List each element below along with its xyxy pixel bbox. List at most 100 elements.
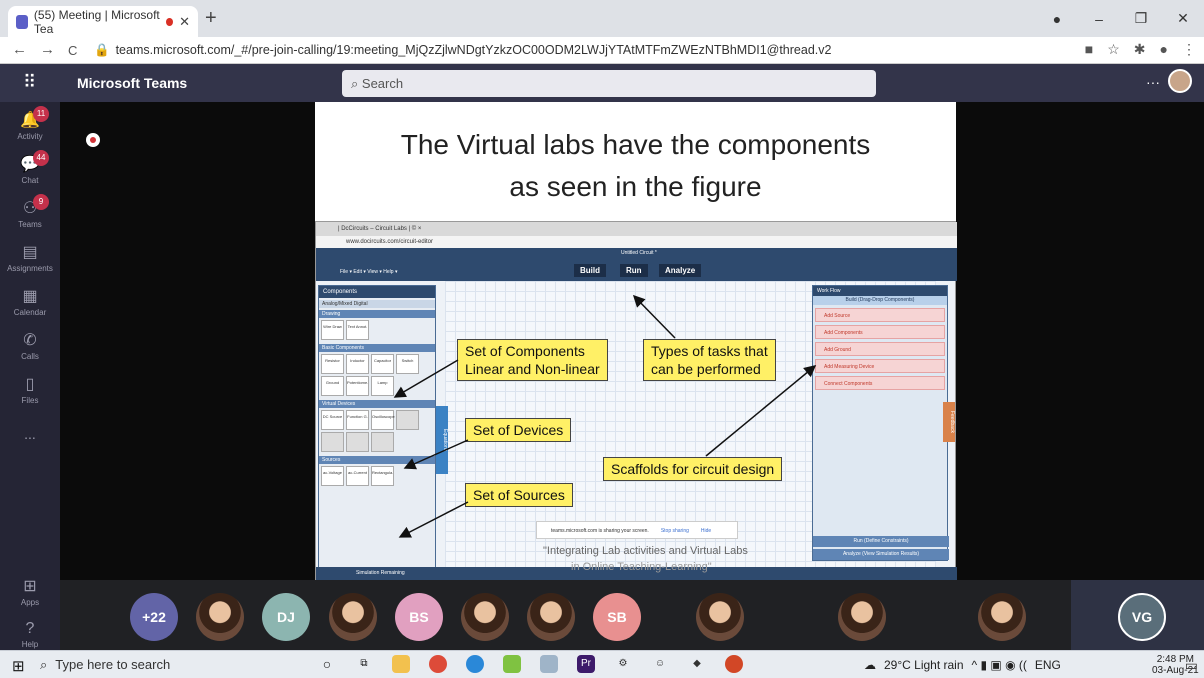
windows-start-icon[interactable]: ⊞ [12,657,25,675]
rail-item-teams[interactable]: ⚇ 9 Teams [0,194,60,229]
reload-icon[interactable]: C [68,43,77,58]
rail-item-chat[interactable]: 💬 44 Chat [0,150,60,185]
cell-capacitor: Capacitor [371,354,394,374]
rail-label: Apps [20,598,40,607]
premiere-icon[interactable]: Pr [577,655,595,673]
share-message: teams.microsoft.com is sharing your scre… [551,528,649,534]
slide-title: The Virtual labs have the components as … [315,124,956,208]
app-icon[interactable]: ◆ [688,655,706,673]
cell-device-disabled [321,432,344,452]
phone-icon: ✆ [23,332,37,349]
avatar[interactable] [1168,69,1192,93]
participant-avatar[interactable] [527,593,575,641]
taskbar-search[interactable]: ⌕ Type here to search [40,654,290,676]
settings-icon[interactable]: ⚙ [614,655,632,673]
rail-label: Assignments [7,264,53,273]
app-icon[interactable] [540,655,558,673]
puzzle-icon[interactable]: ✱ [1134,41,1146,58]
participant-avatar[interactable] [329,593,377,641]
menu-icon[interactable]: ⋮ [1182,41,1196,58]
edge-icon[interactable] [466,655,484,673]
tray-icons[interactable]: ^ ▮ ▣ ◉ (( [972,656,1027,674]
language[interactable]: ENG [1035,656,1061,674]
chat-badge: 44 [33,150,49,166]
taskbar-search-placeholder: Type here to search [55,657,171,672]
participant-avatar[interactable]: SB [593,593,641,641]
app-icon[interactable]: ☺ [651,655,669,673]
slide-caption-line1: "Integrating Lab activities and Virtual … [543,545,748,557]
participant-avatar[interactable] [978,593,1026,641]
notifications-icon[interactable]: ▭ [1185,657,1198,674]
weather-text[interactable]: 29°C Light rain [884,656,964,674]
more-options-icon[interactable]: ··· [1146,74,1160,90]
profile-icon[interactable]: ● [1160,41,1168,58]
rail-item-activity[interactable]: 🔔 11 Activity [0,106,60,141]
cell-lamp: Lamp [371,376,394,396]
hide-button[interactable]: Hide [701,522,711,538]
embedded-toolbar: Untitled Circuit * File ▾ Edit ▾ View ▾ … [316,248,957,281]
app-icon[interactable] [503,655,521,673]
stop-sharing-button[interactable]: Stop sharing [661,522,689,538]
callout-devices: Set of Devices [465,418,572,442]
cell-function-generator: Function G. [346,410,369,430]
minimize-button[interactable]: – [1078,11,1120,27]
calendar-icon: ▦ [22,288,38,305]
participant-avatar[interactable]: VG [1118,593,1166,641]
star-icon[interactable]: ☆ [1107,41,1120,58]
slide-title-line1: The Virtual labs have the components [400,129,871,160]
cell-resistor: Resistor [321,354,344,374]
participant-avatar[interactable] [696,593,744,641]
close-tab-icon[interactable]: ✕ [179,14,190,30]
components-header: Components [319,286,435,298]
participant-avatar[interactable]: +22 [130,593,178,641]
teams-favicon-icon [16,14,28,29]
rail-item-assignments[interactable]: ▤ Assignments [0,242,60,273]
callout-text: Linear and Non-linear [465,361,600,377]
app-launcher-icon[interactable]: ⠿ [23,72,36,93]
equations-tab: Equations [436,406,448,474]
cell-device-disabled [396,410,419,430]
rail-item-more[interactable]: ... [0,426,60,442]
rail-item-files[interactable]: ▯ Files [0,374,60,405]
participant-avatar[interactable]: BS [395,593,443,641]
cell-text-annot: Text Annot. [346,320,369,340]
forward-icon[interactable]: → [40,41,55,58]
assignments-icon: ▤ [22,244,38,261]
callout-text: can be performed [651,361,761,377]
search-placeholder: Search [361,76,404,91]
workflow-item: Add Ground [815,342,945,356]
camera-icon[interactable]: ■ [1085,41,1093,58]
rail-item-help[interactable]: ? Help [0,620,60,649]
components-panel: Components Analog/Mixed Digital Drawing … [318,285,436,577]
task-view-icon[interactable]: ⧉ [355,655,373,673]
participant-avatar[interactable]: DJ [262,593,310,641]
rail-item-calls[interactable]: ✆ Calls [0,330,60,361]
files-icon: ▯ [25,376,35,393]
cell-wire-draw: Wire Draw [321,320,344,340]
cell-ac-current: ac-Current [346,466,369,486]
section-sources: Sources [319,456,435,464]
browser-tab[interactable]: (55) Meeting | Microsoft Tea ✕ [8,6,198,37]
teams-header: ⠿ Microsoft Teams ⌕ Search ··· [0,64,1204,102]
new-tab-button[interactable]: + [205,8,217,28]
maximize-button[interactable]: ❐ [1120,10,1162,27]
workflow-header: Work Flow [813,286,947,296]
participant-avatar[interactable] [461,593,509,641]
participant-avatar[interactable] [838,593,886,641]
rail-item-calendar[interactable]: ▦ Calendar [0,286,60,317]
cell-ac-voltage: ac-Voltage [321,466,344,486]
cortana-icon[interactable]: ○ [318,655,336,673]
url-text: teams.microsoft.com/_#/pre-join-calling/… [115,43,832,57]
search-input[interactable]: ⌕ Search [342,70,876,97]
file-explorer-icon[interactable] [392,655,410,673]
account-icon[interactable]: ● [1036,11,1078,27]
close-window-button[interactable]: ✕ [1162,10,1204,27]
powerpoint-icon[interactable] [725,655,743,673]
chrome-icon[interactable] [429,655,447,673]
bell-icon: 🔔 [20,112,40,129]
section-drawing: Drawing [319,310,435,318]
rail-item-apps[interactable]: ⊞ Apps [0,576,60,607]
back-icon[interactable]: ← [12,41,27,58]
address-bar[interactable]: 🔒 teams.microsoft.com/_#/pre-join-callin… [94,41,1094,60]
participant-avatar[interactable] [196,593,244,641]
